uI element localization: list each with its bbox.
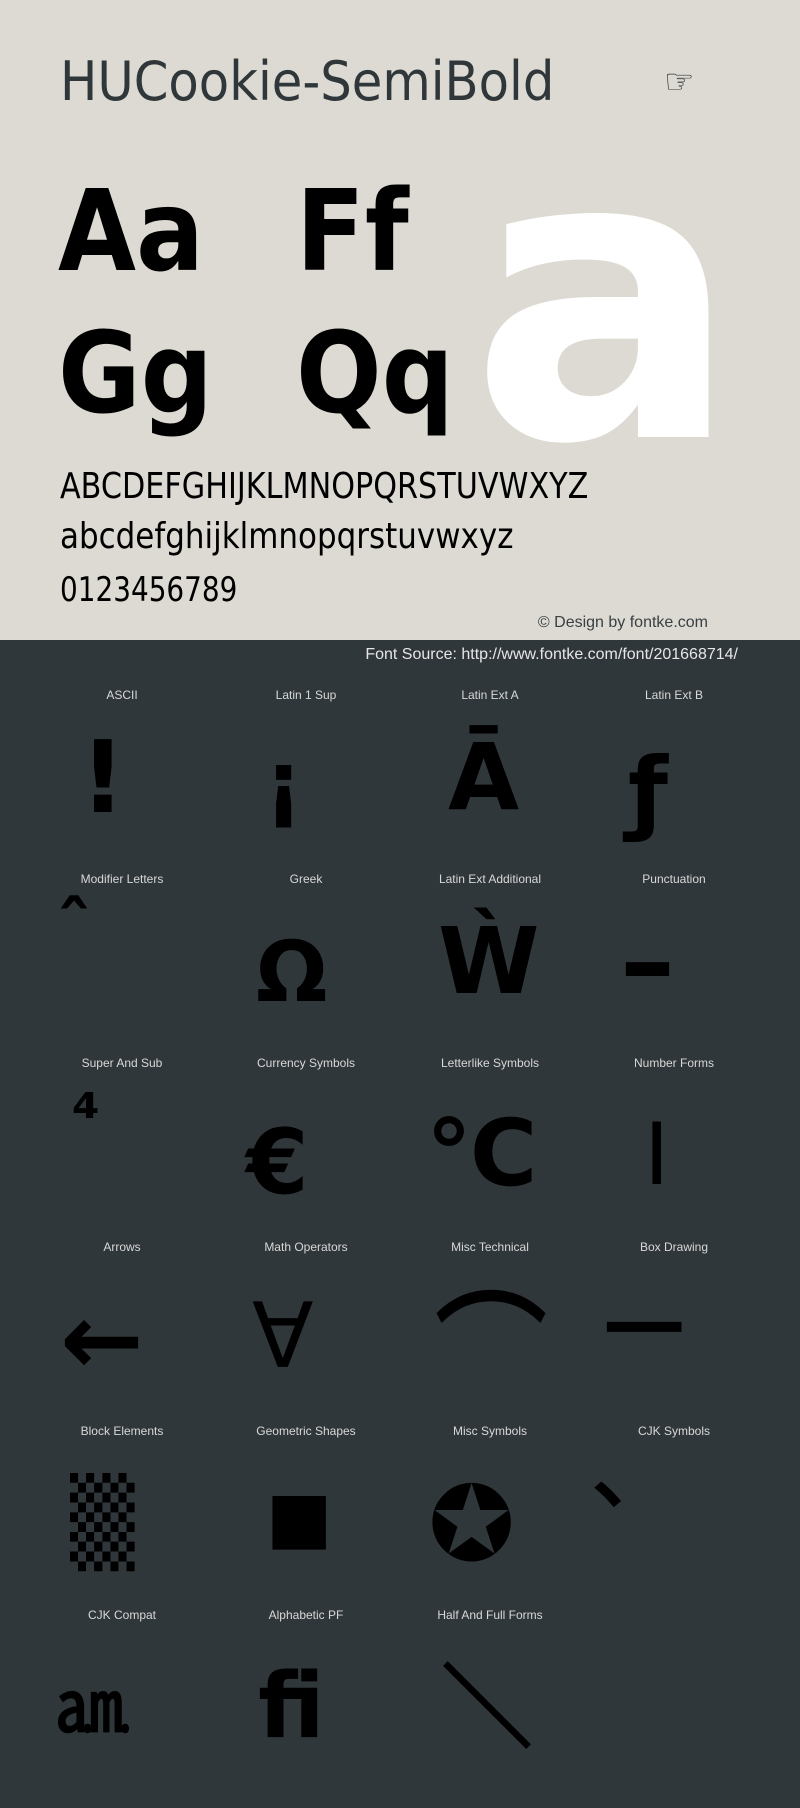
block-label: Arrows <box>103 1240 141 1254</box>
block-label: Latin Ext B <box>644 688 704 702</box>
block-cell-cjk-symbols: CJK Symbols、 <box>582 1424 766 1608</box>
block-sample-glyph: ⌒ <box>436 1283 546 1411</box>
block-sample-glyph: ← <box>60 1281 144 1398</box>
glyph-pair-gg: Gg <box>58 309 213 439</box>
block-cell-latin-1-sup: Latin 1 Sup ¡ <box>214 688 398 872</box>
block-sample-glyph: ∀ <box>252 1284 314 1389</box>
block-sample-glyph: ＼ <box>442 1656 532 1761</box>
block-label: Alphabetic PF <box>268 1608 344 1622</box>
block-cell-latin-ext-b: Latin Ext B ƒ <box>582 688 766 872</box>
hero-glyph: a <box>470 67 740 532</box>
block-sample-glyph: ─ <box>608 1258 681 1397</box>
block-sample-glyph: ✪ <box>428 1463 516 1585</box>
block-cell-currency-symbols: Currency Symbols € <box>214 1056 398 1240</box>
block-sample-glyph: ▒ <box>70 1473 135 1571</box>
block-cell-cjk-compat: CJK Compat ㏂ <box>30 1608 214 1792</box>
block-label: Modifier Letters <box>80 872 164 886</box>
uppercase-sample: ABCDEFGHIJKLMNOPQRSTUVWXYZ <box>60 466 589 507</box>
block-sample-glyph: ¡ <box>264 733 304 833</box>
block-cell-math-operators: Math Operators ∀ <box>214 1240 398 1424</box>
block-label: Currency Symbols <box>256 1056 356 1070</box>
block-label: Box Drawing <box>639 1240 709 1254</box>
block-cell-box-drawing: Box Drawing ─ <box>582 1240 766 1424</box>
block-label: Latin Ext A <box>461 688 519 702</box>
block-label: Block Elements <box>80 1424 164 1438</box>
block-cell-modifier-letters: Modifier Letters ˆ <box>30 872 214 1056</box>
digits-sample: 0123456789 <box>60 570 238 610</box>
block-label: Number Forms <box>633 1056 714 1070</box>
block-cell-number-forms: Number Forms Ⅰ <box>582 1056 766 1240</box>
block-cell-latin-ext-a: Latin Ext A Ā <box>398 688 582 872</box>
block-sample-glyph: ■ <box>266 1476 333 1558</box>
block-label: Letterlike Symbols <box>440 1056 540 1070</box>
block-label: Geometric Shapes <box>256 1424 356 1438</box>
block-cell-ascii: ASCII! <box>30 688 214 872</box>
block-cell-block-elements: Block Elements ▒ <box>30 1424 214 1608</box>
block-cell-greek: Greek Ω <box>214 872 398 1056</box>
lowercase-sample: abcdefghijklmnopqrstuvwxyz <box>60 516 514 557</box>
glyph-pair-aa: Aa <box>58 167 205 297</box>
font-source-link[interactable]: Font Source: http://www.fontke.com/font/… <box>365 646 738 664</box>
specimen-panel: HUCookie-SemiBold ☞ a Aa Ff Gg Qq ABCDEF… <box>0 0 800 640</box>
block-sample-glyph: 、 <box>592 1427 672 1520</box>
block-label: Latin Ext Additional <box>438 872 542 886</box>
block-cell-misc-symbols: Misc Symbols ✪ <box>398 1424 582 1608</box>
block-sample-glyph: ƒ <box>628 738 669 845</box>
block-label: Super And Sub <box>81 1056 163 1070</box>
block-cell-geometric-shapes: Geometric Shapes ■ <box>214 1424 398 1608</box>
block-cell-punctuation: Punctuation – <box>582 872 766 1056</box>
block-label: Punctuation <box>642 872 706 886</box>
block-sample-glyph: ﬁ <box>258 1654 325 1759</box>
block-sample-glyph: ⁴ <box>72 1081 101 1155</box>
block-sample-glyph: Ω <box>256 923 328 1021</box>
block-cell-alphabetic-pf: Alphabetic PF ﬁ <box>214 1608 398 1792</box>
block-sample-glyph: – <box>620 897 675 1025</box>
block-label: Math Operators <box>264 1240 348 1254</box>
block-cell-letterlike-symbols: Letterlike Symbols ℃ <box>398 1056 582 1240</box>
block-cell-misc-technical: Misc Technical ⌒ <box>398 1240 582 1424</box>
glyph-pair-ff: Ff <box>296 167 409 297</box>
block-sample-glyph: ˆ <box>56 886 92 970</box>
block-label: CJK Compat <box>87 1608 157 1622</box>
block-label: Misc Technical <box>451 1240 529 1254</box>
block-sample-glyph: Ẁ <box>438 908 540 1015</box>
block-sample-glyph: ! <box>80 719 126 836</box>
block-label: Half And Full Forms <box>437 1608 543 1622</box>
block-label: ASCII <box>106 688 138 702</box>
block-cell-latin-ext-additional: Latin Ext Additional Ẁ <box>398 872 582 1056</box>
block-cell-half-and-full-forms: Half And Full Forms ＼ <box>398 1608 582 1792</box>
block-label: Misc Symbols <box>452 1424 527 1438</box>
block-cell-arrows: Arrows ← <box>30 1240 214 1424</box>
glyph-pair-qq: Qq <box>296 309 454 439</box>
block-label: Latin 1 Sup <box>275 688 337 702</box>
block-cell-super-and-sub: Super And Sub ⁴ <box>30 1056 214 1240</box>
block-sample-glyph: Ⅰ <box>644 1105 670 1205</box>
block-sample-glyph: Ā <box>448 724 520 831</box>
block-label: Greek <box>289 872 323 886</box>
block-sample-glyph: ℃ <box>426 1100 538 1207</box>
design-credit: © Design by fontke.com <box>537 614 708 631</box>
block-sample-glyph: € <box>246 1110 309 1215</box>
block-sample-glyph: ㏂ <box>58 1666 128 1748</box>
